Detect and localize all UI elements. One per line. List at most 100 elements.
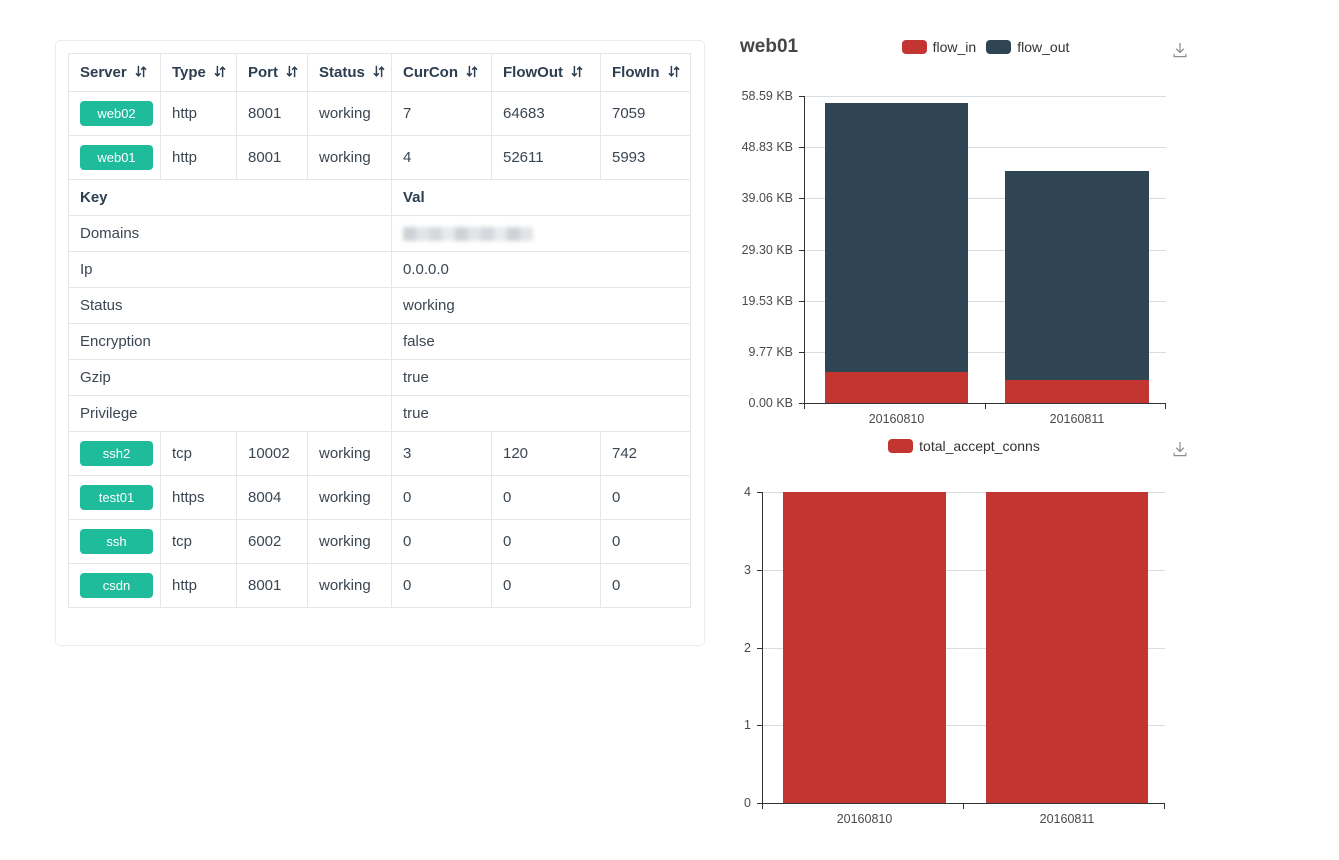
legend-item-flow_out[interactable]: flow_out (986, 39, 1069, 55)
curcon-cell: 0 (392, 564, 492, 608)
flowin-cell: 7059 (601, 92, 691, 136)
bar-total_accept_conns-20160810 (783, 492, 946, 803)
sort-icon (127, 64, 148, 81)
flowout-cell: 0 (492, 520, 601, 564)
curcon-cell: 3 (392, 432, 492, 476)
download-icon[interactable] (1170, 40, 1190, 60)
column-header-flowin[interactable]: FlowIn (601, 54, 691, 92)
y-axis-label: 0.00 KB (723, 396, 793, 410)
column-header-flowout[interactable]: FlowOut (492, 54, 601, 92)
detail-value: working (392, 288, 691, 324)
x-axis-label: 20160810 (815, 812, 915, 826)
detail-key: Status (69, 288, 392, 324)
status-cell: working (308, 520, 392, 564)
server-row-web01: web01http8001working4526115993 (69, 136, 691, 180)
detail-row-privilege: Privilegetrue (69, 396, 691, 432)
x-axis-tick (1165, 404, 1166, 409)
x-axis-tick (762, 804, 763, 809)
column-header-status[interactable]: Status (308, 54, 392, 92)
y-axis-label: 2 (681, 641, 751, 655)
server-badge-test01[interactable]: test01 (80, 485, 153, 510)
detail-key: Encryption (69, 324, 392, 360)
port-cell: 8004 (237, 476, 308, 520)
detail-header-row: KeyVal (69, 180, 691, 216)
column-label: Server (80, 64, 127, 81)
server-row-ssh2: ssh2tcp10002working3120742 (69, 432, 691, 476)
type-cell: https (161, 476, 237, 520)
detail-key: Privilege (69, 396, 392, 432)
detail-row-ip: Ip0.0.0.0 (69, 252, 691, 288)
server-badge-ssh[interactable]: ssh (80, 529, 153, 554)
port-cell: 8001 (237, 564, 308, 608)
detail-row-status: Statusworking (69, 288, 691, 324)
column-header-port[interactable]: Port (237, 54, 308, 92)
column-header-curcon[interactable]: CurCon (392, 54, 492, 92)
legend-item-flow_in[interactable]: flow_in (902, 39, 977, 55)
server-row-web02: web02http8001working7646837059 (69, 92, 691, 136)
column-header-server[interactable]: Server (69, 54, 161, 92)
status-cell: working (308, 92, 392, 136)
legend-swatch-total_accept_conns (888, 439, 913, 453)
sort-icon (660, 64, 681, 81)
gridline (805, 96, 1166, 97)
sort-icon (365, 64, 386, 81)
server-cell: web01 (69, 136, 161, 180)
server-cell: csdn (69, 564, 161, 608)
y-axis-label: 4 (681, 485, 751, 499)
server-table: ServerTypePortStatusCurConFlowOutFlowIn … (68, 53, 691, 608)
detail-key: Domains (69, 216, 392, 252)
legend-item-total_accept_conns[interactable]: total_accept_conns (888, 438, 1040, 454)
bar-flow_in-20160810 (825, 372, 968, 403)
sort-icon (458, 64, 479, 81)
y-axis-label: 58.59 KB (723, 89, 793, 103)
port-cell: 6002 (237, 520, 308, 564)
server-badge-web01[interactable]: web01 (80, 145, 153, 170)
detail-row-gzip: Gziptrue (69, 360, 691, 396)
status-cell: working (308, 476, 392, 520)
detail-value: true (392, 396, 691, 432)
detail-value: false (392, 324, 691, 360)
sort-icon (206, 64, 227, 81)
x-axis-tick (1164, 804, 1165, 809)
y-axis-label: 39.06 KB (723, 191, 793, 205)
download-icon[interactable] (1170, 439, 1190, 459)
column-header-type[interactable]: Type (161, 54, 237, 92)
flowout-cell: 0 (492, 564, 601, 608)
flowin-cell: 0 (601, 520, 691, 564)
x-axis-label: 20160811 (1017, 812, 1117, 826)
server-badge-csdn[interactable]: csdn (80, 573, 153, 598)
status-cell: working (308, 136, 392, 180)
detail-row-domains: Domains (69, 216, 691, 252)
flowout-cell: 0 (492, 476, 601, 520)
conns-chart-legend: total_accept_conns (763, 438, 1165, 454)
legend-label: flow_out (1017, 39, 1069, 55)
column-label: FlowOut (503, 64, 563, 81)
column-label: FlowIn (612, 64, 660, 81)
flowin-cell: 0 (601, 564, 691, 608)
server-badge-ssh2[interactable]: ssh2 (80, 441, 153, 466)
y-axis-label: 0 (681, 796, 751, 810)
server-badge-web02[interactable]: web02 (80, 101, 153, 126)
curcon-cell: 4 (392, 136, 492, 180)
y-axis-label: 48.83 KB (723, 140, 793, 154)
val-header: Val (392, 180, 691, 216)
server-dashboard: { "colors": { "badge_green": "#1fbc9c", … (0, 0, 1339, 860)
port-cell: 10002 (237, 432, 308, 476)
y-axis-line (762, 492, 763, 803)
port-cell: 8001 (237, 136, 308, 180)
type-cell: http (161, 92, 237, 136)
curcon-cell: 0 (392, 520, 492, 564)
sort-icon (278, 64, 299, 81)
type-cell: tcp (161, 432, 237, 476)
type-cell: http (161, 564, 237, 608)
server-row-test01: test01https8004working000 (69, 476, 691, 520)
type-cell: tcp (161, 520, 237, 564)
detail-row-encryption: Encryptionfalse (69, 324, 691, 360)
flowin-cell: 742 (601, 432, 691, 476)
redacted-domains-value (403, 227, 533, 241)
server-table-card: ServerTypePortStatusCurConFlowOutFlowIn … (55, 40, 705, 646)
key-header: Key (69, 180, 392, 216)
chart-title: web01 (740, 36, 798, 58)
legend-swatch-flow_out (986, 40, 1011, 54)
detail-value (392, 216, 691, 252)
